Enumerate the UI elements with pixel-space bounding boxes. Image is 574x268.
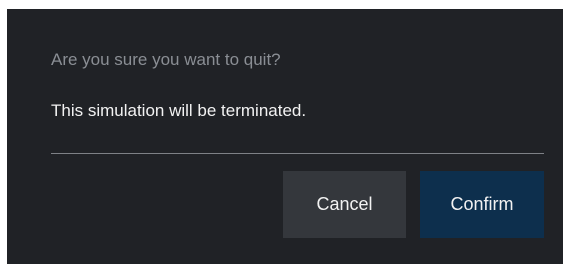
dialog-title: Are you sure you want to quit?	[51, 50, 281, 69]
quit-confirmation-dialog: Are you sure you want to quit? This simu…	[7, 9, 563, 264]
dialog-message: This simulation will be terminated.	[51, 101, 307, 120]
dialog-divider	[51, 153, 544, 154]
cancel-button[interactable]: Cancel	[283, 171, 406, 238]
confirm-button[interactable]: Confirm	[420, 171, 544, 238]
